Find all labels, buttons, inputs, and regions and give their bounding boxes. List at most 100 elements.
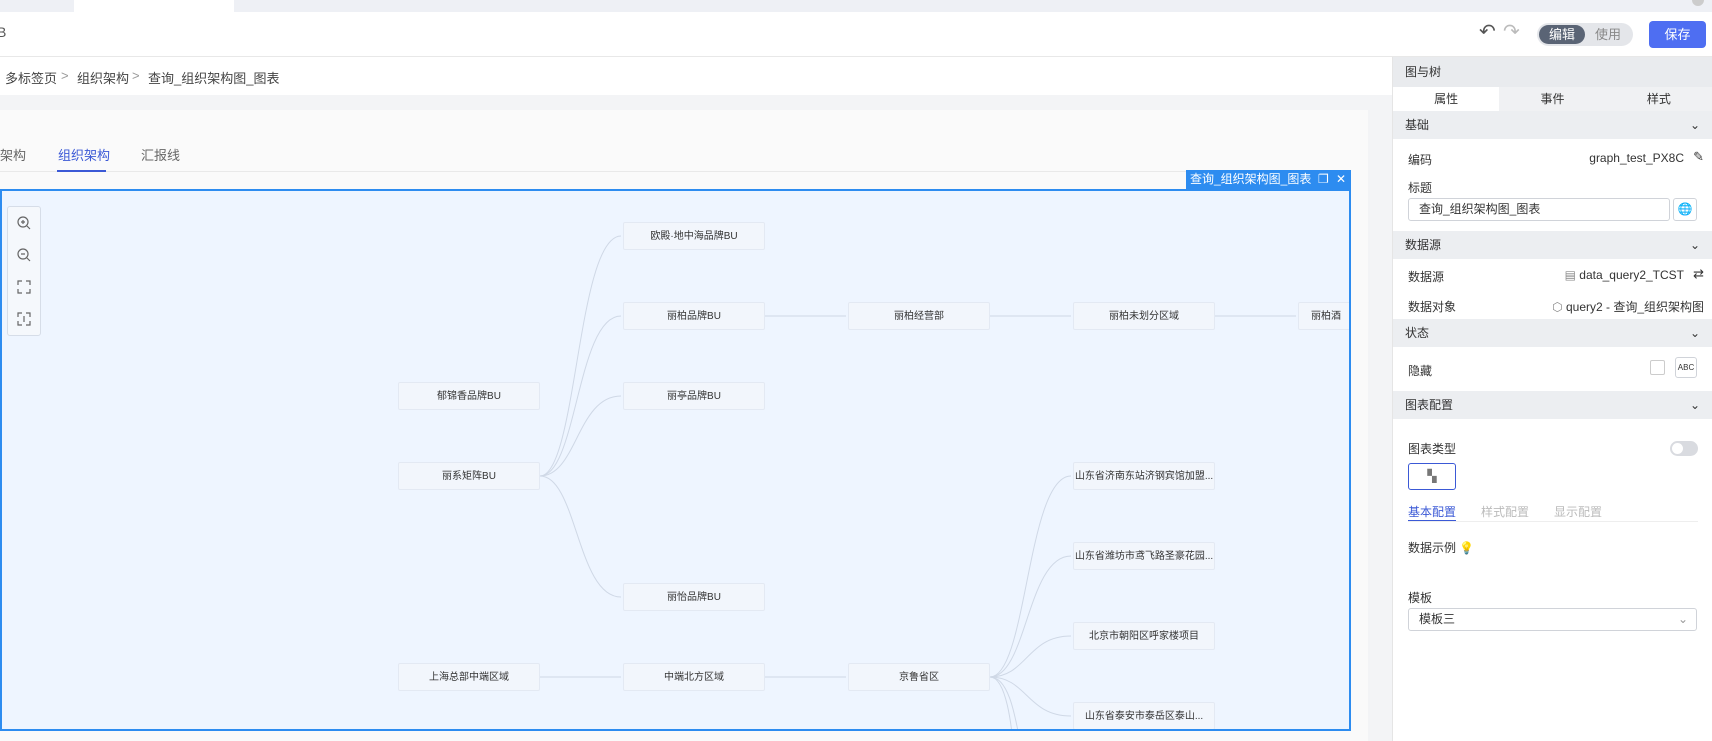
zoom-out-icon[interactable]	[8, 239, 40, 271]
abc-expression-button[interactable]: ABC	[1675, 357, 1697, 378]
datasource-name: data_query2_TCST	[1579, 268, 1684, 282]
fullscreen-icon[interactable]	[8, 271, 40, 303]
edge	[989, 676, 1019, 729]
section-datasource-label: 数据源	[1405, 238, 1442, 252]
lightbulb-icon[interactable]: 💡	[1459, 541, 1474, 555]
chart-type-label: 图表类型	[1408, 442, 1457, 456]
data-example-label: 数据示例 💡	[1408, 539, 1474, 556]
tab-architecture[interactable]: 架构	[0, 145, 26, 164]
subtab-display-config[interactable]: 显示配置	[1554, 503, 1602, 520]
hidden-label: 隐藏	[1408, 364, 1433, 378]
tree-node[interactable]: 欧殿·地中海品牌BU	[623, 222, 765, 250]
tree-node[interactable]: 山东省潍坊市鸢飞路圣豪花园...	[1073, 542, 1215, 570]
tree-node[interactable]: 郁锦香品牌BU	[398, 382, 540, 410]
data-example-text: 数据示例	[1408, 541, 1457, 555]
avatar[interactable]	[1692, 0, 1704, 6]
canvas-gutter	[1368, 110, 1392, 741]
panel-tabs: 属性 事件 样式	[1393, 87, 1712, 111]
tree-node[interactable]: 京鲁省区	[848, 663, 990, 691]
tree-node[interactable]: 山东省济南东站济钢宾馆加盟...	[1073, 462, 1215, 490]
tab-org-structure[interactable]: 组织架构	[58, 145, 110, 164]
tab-styles[interactable]: 样式	[1606, 87, 1712, 111]
template-select[interactable]: 模板三 ⌄	[1408, 608, 1697, 631]
chevron-down-icon: ⌄	[1689, 326, 1700, 340]
breadcrumb-item-tabs[interactable]: 多标签页	[5, 68, 57, 87]
hidden-checkbox[interactable]	[1650, 360, 1665, 375]
cube-icon: ⬡	[1552, 300, 1566, 314]
edge	[539, 395, 622, 477]
tree-node[interactable]: 丽怡品牌BU	[623, 583, 765, 611]
data-object-name: query2 - 查询_组织架构图	[1565, 300, 1704, 314]
tabs-divider	[0, 171, 1350, 172]
breadcrumb-separator: >	[132, 68, 140, 83]
code-row: 编码 graph_test_PX8C ✎	[1393, 139, 1712, 175]
panel-title: 图与树	[1393, 57, 1712, 87]
active-window-tab[interactable]	[74, 0, 234, 12]
tree-node[interactable]: 丽柏未划分区域	[1073, 302, 1215, 330]
chart-config-body: 图表类型 ▚ 基本配置 样式配置 显示配置 数据示例 💡	[1393, 419, 1712, 589]
tree-graph-type-icon[interactable]: ▚	[1408, 463, 1456, 490]
globe-icon[interactable]: 🌐	[1673, 198, 1697, 221]
window-tab-strip	[0, 0, 1712, 12]
swap-icon[interactable]: ⇄	[1693, 266, 1704, 282]
edge	[989, 555, 1072, 678]
tree-node[interactable]: 北京市朝阳区呼家楼项目	[1073, 622, 1215, 650]
edge	[989, 635, 1072, 678]
copy-icon[interactable]: ❐	[1318, 170, 1329, 189]
mode-edit-option[interactable]: 编辑	[1539, 25, 1585, 44]
section-chart-config[interactable]: 图表配置 ⌄	[1393, 391, 1712, 419]
tree-node[interactable]: 上海总部中端区域	[398, 663, 540, 691]
redo-icon[interactable]: ↷	[1503, 22, 1520, 42]
section-state[interactable]: 状态 ⌄	[1393, 319, 1712, 347]
mode-switch[interactable]: 编辑 使用	[1537, 23, 1633, 46]
tree-node[interactable]: 丽柏品牌BU	[623, 302, 765, 330]
breadcrumb-item-current: 查询_组织架构图_图表	[148, 71, 280, 86]
tree-node[interactable]: 丽柏酒	[1298, 302, 1349, 330]
section-basic-label: 基础	[1405, 118, 1430, 132]
breadcrumb: 多标签页 > 组织架构 > 查询_组织架构图_图表	[0, 57, 1392, 95]
tree-node[interactable]: 中端北方区域	[623, 663, 765, 691]
tree-node[interactable]: 丽系矩阵BU	[398, 462, 540, 490]
selected-component-badge[interactable]: 查询_组织架构图_图表 ❐ ✕	[1186, 170, 1351, 189]
template-label: 模板	[1408, 591, 1433, 605]
tab-events[interactable]: 事件	[1499, 87, 1605, 111]
hidden-row: 隐藏 ABC	[1393, 347, 1712, 391]
save-button[interactable]: 保存	[1649, 21, 1706, 48]
top-header: B ↶ ↷ 编辑 使用 保存	[0, 12, 1712, 57]
template-value: 模板三	[1419, 612, 1456, 626]
title-input[interactable]: 查询_组织架构图_图表	[1408, 198, 1670, 221]
undo-icon[interactable]: ↶	[1479, 22, 1496, 42]
datasource-value[interactable]: ▤ data_query2_TCST	[1565, 268, 1684, 282]
chevron-down-icon: ⌄	[1677, 612, 1688, 626]
data-object-label: 数据对象	[1408, 300, 1457, 314]
tree-node[interactable]: 山东省泰安市泰岳区泰山...	[1073, 702, 1215, 729]
edit-icon[interactable]: ✎	[1693, 149, 1704, 165]
org-chart[interactable]: 欧殿·地中海品牌BU 丽柏品牌BU 丽柏经营部 丽柏未划分区域 丽柏酒 郁锦香品…	[0, 189, 1351, 731]
code-value: graph_test_PX8C	[1589, 151, 1684, 165]
chart-type-toggle[interactable]	[1670, 441, 1698, 456]
chevron-down-icon: ⌄	[1689, 118, 1700, 132]
selected-component-label: 查询_组织架构图_图表	[1190, 172, 1312, 186]
data-object-row: 数据对象 ⬡ query2 - 查询_组织架构图	[1393, 289, 1712, 319]
edge	[989, 475, 1072, 678]
mode-use-option[interactable]: 使用	[1585, 25, 1631, 44]
section-basic[interactable]: 基础 ⌄	[1393, 111, 1712, 139]
subtab-basic-config[interactable]: 基本配置	[1408, 503, 1456, 520]
section-chart-config-label: 图表配置	[1405, 398, 1454, 412]
tree-node[interactable]: 丽柏经营部	[848, 302, 990, 330]
subtab-style-config[interactable]: 样式配置	[1481, 503, 1529, 520]
subtab-divider	[1408, 521, 1698, 522]
active-tab-indicator	[57, 170, 106, 172]
fit-view-icon[interactable]	[8, 303, 40, 335]
tree-node[interactable]: 丽亭品牌BU	[623, 382, 765, 410]
tab-properties[interactable]: 属性	[1393, 87, 1500, 111]
code-label: 编码	[1408, 153, 1433, 167]
data-object-value[interactable]: ⬡ query2 - 查询_组织架构图	[1552, 298, 1704, 315]
edge	[989, 676, 1072, 717]
section-datasource[interactable]: 数据源 ⌄	[1393, 231, 1712, 259]
breadcrumb-item-org[interactable]: 组织架构	[77, 68, 129, 87]
zoom-in-icon[interactable]	[8, 207, 40, 239]
close-icon[interactable]: ✕	[1336, 170, 1346, 189]
tab-reporting-line[interactable]: 汇报线	[141, 145, 180, 164]
title-label: 标题	[1408, 181, 1433, 195]
